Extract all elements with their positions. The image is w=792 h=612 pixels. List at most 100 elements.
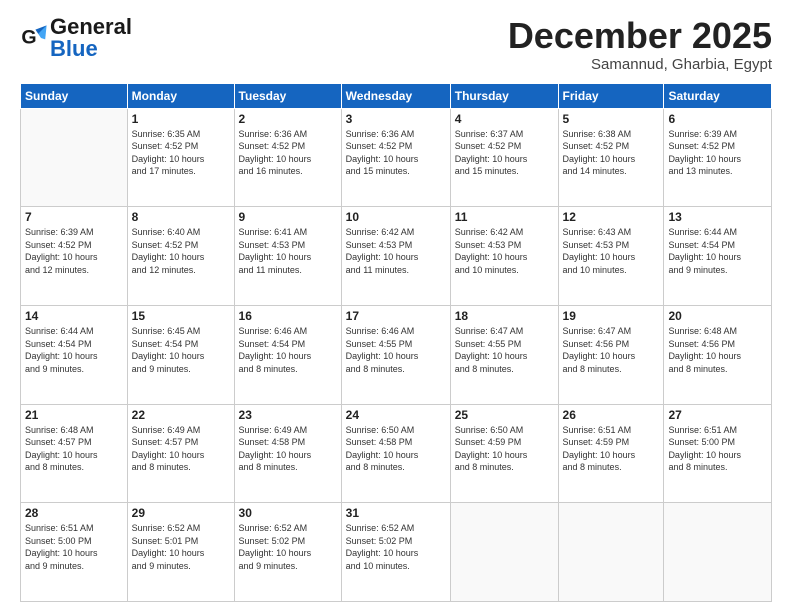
calendar-cell: 6 Sunrise: 6:39 AM Sunset: 4:52 PM Daylig… bbox=[664, 108, 772, 207]
header: G General Blue December 2025 Samannud, G… bbox=[20, 16, 772, 73]
calendar-cell bbox=[450, 503, 558, 602]
day-number: 1 bbox=[132, 112, 230, 126]
calendar-cell: 24 Sunrise: 6:50 AM Sunset: 4:58 PM Dayli… bbox=[341, 404, 450, 503]
calendar-cell: 25 Sunrise: 6:50 AM Sunset: 4:59 PM Dayli… bbox=[450, 404, 558, 503]
day-number: 6 bbox=[668, 112, 767, 126]
day-number: 16 bbox=[239, 309, 337, 323]
calendar-cell: 11 Sunrise: 6:42 AM Sunset: 4:53 PM Dayli… bbox=[450, 207, 558, 306]
day-info: Sunrise: 6:50 AM Sunset: 4:58 PM Dayligh… bbox=[346, 424, 446, 474]
day-info: Sunrise: 6:36 AM Sunset: 4:52 PM Dayligh… bbox=[346, 128, 446, 178]
day-info: Sunrise: 6:49 AM Sunset: 4:57 PM Dayligh… bbox=[132, 424, 230, 474]
day-number: 31 bbox=[346, 506, 446, 520]
calendar-cell: 28Sunrise: 6:51 AM Sunset: 5:00 PM Dayli… bbox=[21, 503, 128, 602]
title-block: December 2025 Samannud, Gharbia, Egypt bbox=[508, 16, 772, 73]
page: G General Blue December 2025 Samannud, G… bbox=[0, 0, 792, 612]
calendar-cell: 27Sunrise: 6:51 AM Sunset: 5:00 PM Dayli… bbox=[664, 404, 772, 503]
day-info: Sunrise: 6:39 AM Sunset: 4:52 PM Dayligh… bbox=[668, 128, 767, 178]
day-info: Sunrise: 6:52 AM Sunset: 5:01 PM Dayligh… bbox=[132, 522, 230, 572]
day-info: Sunrise: 6:44 AM Sunset: 4:54 PM Dayligh… bbox=[25, 325, 123, 375]
day-number: 22 bbox=[132, 408, 230, 422]
day-info: Sunrise: 6:51 AM Sunset: 5:00 PM Dayligh… bbox=[668, 424, 767, 474]
day-info: Sunrise: 6:43 AM Sunset: 4:53 PM Dayligh… bbox=[563, 226, 660, 276]
calendar-cell: 7 Sunrise: 6:39 AM Sunset: 4:52 PM Daylig… bbox=[21, 207, 128, 306]
calendar-cell: 13 Sunrise: 6:44 AM Sunset: 4:54 PM Dayli… bbox=[664, 207, 772, 306]
calendar-cell: 22 Sunrise: 6:49 AM Sunset: 4:57 PM Dayli… bbox=[127, 404, 234, 503]
day-info: Sunrise: 6:46 AM Sunset: 4:55 PM Dayligh… bbox=[346, 325, 446, 375]
day-number: 17 bbox=[346, 309, 446, 323]
day-number: 8 bbox=[132, 210, 230, 224]
calendar-table: SundayMondayTuesdayWednesdayThursdayFrid… bbox=[20, 83, 772, 602]
calendar-cell: 2 Sunrise: 6:36 AM Sunset: 4:52 PM Daylig… bbox=[234, 108, 341, 207]
day-info: Sunrise: 6:44 AM Sunset: 4:54 PM Dayligh… bbox=[668, 226, 767, 276]
day-info: Sunrise: 6:38 AM Sunset: 4:52 PM Dayligh… bbox=[563, 128, 660, 178]
day-number: 20 bbox=[668, 309, 767, 323]
calendar-cell: 5Sunrise: 6:38 AM Sunset: 4:52 PM Daylig… bbox=[558, 108, 664, 207]
day-number: 15 bbox=[132, 309, 230, 323]
calendar-cell: 15 Sunrise: 6:45 AM Sunset: 4:54 PM Dayli… bbox=[127, 305, 234, 404]
calendar-cell: 14 Sunrise: 6:44 AM Sunset: 4:54 PM Dayli… bbox=[21, 305, 128, 404]
day-number: 30 bbox=[239, 506, 337, 520]
day-number: 13 bbox=[668, 210, 767, 224]
day-number: 10 bbox=[346, 210, 446, 224]
calendar-header-tuesday: Tuesday bbox=[234, 83, 341, 108]
calendar-cell: 12 Sunrise: 6:43 AM Sunset: 4:53 PM Dayli… bbox=[558, 207, 664, 306]
day-number: 18 bbox=[455, 309, 554, 323]
calendar-cell: 1 Sunrise: 6:35 AM Sunset: 4:52 PM Daylig… bbox=[127, 108, 234, 207]
calendar-header-wednesday: Wednesday bbox=[341, 83, 450, 108]
day-number: 21 bbox=[25, 408, 123, 422]
day-info: Sunrise: 6:35 AM Sunset: 4:52 PM Dayligh… bbox=[132, 128, 230, 178]
day-info: Sunrise: 6:47 AM Sunset: 4:56 PM Dayligh… bbox=[563, 325, 660, 375]
calendar-cell: 29 Sunrise: 6:52 AM Sunset: 5:01 PM Dayli… bbox=[127, 503, 234, 602]
day-info: Sunrise: 6:41 AM Sunset: 4:53 PM Dayligh… bbox=[239, 226, 337, 276]
calendar-cell: 10 Sunrise: 6:42 AM Sunset: 4:53 PM Dayli… bbox=[341, 207, 450, 306]
day-info: Sunrise: 6:45 AM Sunset: 4:54 PM Dayligh… bbox=[132, 325, 230, 375]
day-number: 24 bbox=[346, 408, 446, 422]
day-info: Sunrise: 6:39 AM Sunset: 4:52 PM Dayligh… bbox=[25, 226, 123, 276]
calendar-cell: 30Sunrise: 6:52 AM Sunset: 5:02 PM Dayli… bbox=[234, 503, 341, 602]
day-number: 11 bbox=[455, 210, 554, 224]
calendar-cell: 23Sunrise: 6:49 AM Sunset: 4:58 PM Dayli… bbox=[234, 404, 341, 503]
calendar-cell bbox=[558, 503, 664, 602]
calendar-cell: 21 Sunrise: 6:48 AM Sunset: 4:57 PM Dayli… bbox=[21, 404, 128, 503]
day-info: Sunrise: 6:42 AM Sunset: 4:53 PM Dayligh… bbox=[346, 226, 446, 276]
day-info: Sunrise: 6:48 AM Sunset: 4:56 PM Dayligh… bbox=[668, 325, 767, 375]
day-info: Sunrise: 6:40 AM Sunset: 4:52 PM Dayligh… bbox=[132, 226, 230, 276]
day-info: Sunrise: 6:46 AM Sunset: 4:54 PM Dayligh… bbox=[239, 325, 337, 375]
calendar-cell: 16 Sunrise: 6:46 AM Sunset: 4:54 PM Dayli… bbox=[234, 305, 341, 404]
day-number: 7 bbox=[25, 210, 123, 224]
day-number: 12 bbox=[563, 210, 660, 224]
calendar-cell bbox=[21, 108, 128, 207]
calendar-cell: 3Sunrise: 6:36 AM Sunset: 4:52 PM Daylig… bbox=[341, 108, 450, 207]
day-info: Sunrise: 6:50 AM Sunset: 4:59 PM Dayligh… bbox=[455, 424, 554, 474]
day-number: 19 bbox=[563, 309, 660, 323]
calendar-header-friday: Friday bbox=[558, 83, 664, 108]
day-number: 2 bbox=[239, 112, 337, 126]
day-info: Sunrise: 6:47 AM Sunset: 4:55 PM Dayligh… bbox=[455, 325, 554, 375]
calendar-week-4: 28Sunrise: 6:51 AM Sunset: 5:00 PM Dayli… bbox=[21, 503, 772, 602]
svg-text:G: G bbox=[21, 27, 36, 49]
day-number: 9 bbox=[239, 210, 337, 224]
day-info: Sunrise: 6:48 AM Sunset: 4:57 PM Dayligh… bbox=[25, 424, 123, 474]
day-number: 26 bbox=[563, 408, 660, 422]
day-number: 25 bbox=[455, 408, 554, 422]
day-info: Sunrise: 6:36 AM Sunset: 4:52 PM Dayligh… bbox=[239, 128, 337, 178]
calendar-week-3: 21 Sunrise: 6:48 AM Sunset: 4:57 PM Dayli… bbox=[21, 404, 772, 503]
calendar-cell: 20 Sunrise: 6:48 AM Sunset: 4:56 PM Dayli… bbox=[664, 305, 772, 404]
month-title: December 2025 bbox=[508, 16, 772, 56]
day-info: Sunrise: 6:42 AM Sunset: 4:53 PM Dayligh… bbox=[455, 226, 554, 276]
day-number: 14 bbox=[25, 309, 123, 323]
logo-text: General Blue bbox=[50, 16, 132, 60]
logo-icon: G bbox=[20, 24, 48, 52]
calendar-header-row: SundayMondayTuesdayWednesdayThursdayFrid… bbox=[21, 83, 772, 108]
calendar-cell: 19 Sunrise: 6:47 AM Sunset: 4:56 PM Dayli… bbox=[558, 305, 664, 404]
day-info: Sunrise: 6:52 AM Sunset: 5:02 PM Dayligh… bbox=[346, 522, 446, 572]
calendar-header-sunday: Sunday bbox=[21, 83, 128, 108]
day-info: Sunrise: 6:49 AM Sunset: 4:58 PM Dayligh… bbox=[239, 424, 337, 474]
day-info: Sunrise: 6:37 AM Sunset: 4:52 PM Dayligh… bbox=[455, 128, 554, 178]
calendar-week-1: 7 Sunrise: 6:39 AM Sunset: 4:52 PM Daylig… bbox=[21, 207, 772, 306]
calendar-week-0: 1 Sunrise: 6:35 AM Sunset: 4:52 PM Daylig… bbox=[21, 108, 772, 207]
location: Samannud, Gharbia, Egypt bbox=[508, 56, 772, 73]
calendar-cell: 31 Sunrise: 6:52 AM Sunset: 5:02 PM Dayli… bbox=[341, 503, 450, 602]
day-number: 29 bbox=[132, 506, 230, 520]
calendar-cell: 8 Sunrise: 6:40 AM Sunset: 4:52 PM Daylig… bbox=[127, 207, 234, 306]
